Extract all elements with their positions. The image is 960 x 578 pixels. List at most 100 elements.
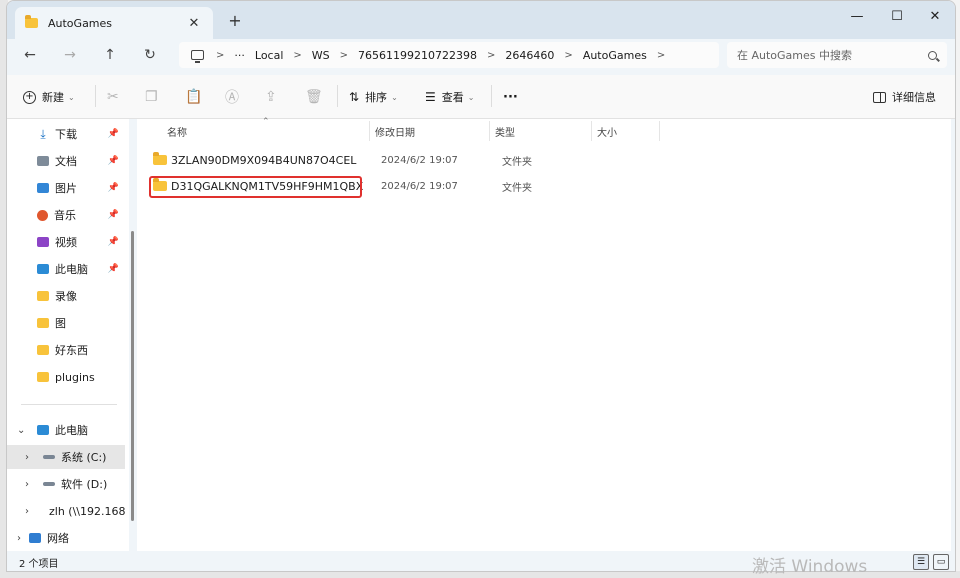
chevron-right-icon[interactable]: › [25,506,29,517]
sidebar-item-good-stuff[interactable]: 好东西 [7,338,125,362]
share-icon[interactable]: ⇪ [265,87,277,107]
breadcrumb-overflow[interactable]: ··· [234,49,245,62]
up-button[interactable]: ↑ [99,45,121,65]
column-header-type[interactable]: 类型 [495,119,515,143]
activation-watermark: 激活 Windows [752,557,868,577]
forward-button[interactable]: → [59,45,81,65]
column-divider[interactable] [489,121,490,141]
toolbar-divider [491,85,492,107]
breadcrumb-separator[interactable]: > [293,50,301,61]
search-input[interactable]: 在 AutoGames 中搜索 [727,42,947,68]
breadcrumb-local[interactable]: Local [255,49,284,62]
pin-icon: 📌 [107,156,119,166]
pin-icon: 📌 [107,210,119,220]
pictures-icon [37,183,49,193]
view-label: 查看 [441,91,464,104]
pin-icon: 📌 [107,129,119,139]
navigation-bar: ← → ↑ ↻ > ··· Local > WS > 7656119921072… [7,39,955,71]
document-icon [37,156,49,166]
sidebar-scrollbar[interactable] [131,231,134,521]
back-button[interactable]: ← [19,45,41,65]
cut-icon[interactable]: ✂ [107,87,119,107]
copy-icon[interactable]: ❐ [145,87,158,107]
sidebar-item-downloads[interactable]: ⤓ 下载 📌 [7,122,125,146]
close-window-button[interactable]: ✕ [915,5,955,27]
search-placeholder: 在 AutoGames 中搜索 [737,49,853,62]
more-options-button[interactable]: ··· [503,87,518,107]
sidebar-item-drive-d[interactable]: › 软件 (D:) [7,472,125,496]
sidebar-item-plugins[interactable]: plugins [7,365,125,389]
sidebar-item-this-pc-pinned[interactable]: 此电脑 📌 [7,257,125,281]
sidebar-item-network[interactable]: › 网络 [7,526,125,550]
download-icon: ⤓ [40,127,46,141]
sidebar-item-images[interactable]: 图 [7,311,125,335]
highlight-box [149,176,362,198]
drive-icon [43,482,55,486]
details-pane-button[interactable]: 详细信息 [873,87,936,107]
sidebar-item-label: zlh (\\192.168 [49,504,125,518]
chevron-right-icon[interactable]: › [25,452,29,463]
column-header-size[interactable]: 大小 [597,119,617,143]
file-modified: 2024/6/2 19:07 [381,180,458,192]
delete-icon[interactable]: 🗑 [305,87,323,107]
breadcrumb-ws[interactable]: WS [312,49,330,62]
minimize-button[interactable]: — [837,5,877,27]
breadcrumb-separator[interactable]: > [564,50,572,61]
new-tab-button[interactable]: + [225,11,245,30]
sidebar-item-label: 视频 [55,236,77,249]
refresh-button[interactable]: ↻ [139,45,161,65]
breadcrumb-steamid[interactable]: 76561199210722398 [358,49,477,62]
chevron-right-icon[interactable]: › [25,479,29,490]
sidebar-item-label: 网络 [47,532,69,545]
sidebar-item-recordings[interactable]: 录像 [7,284,125,308]
file-explorer-window: AutoGames ✕ + — ☐ ✕ ← → ↑ ↻ > ··· Local … [6,0,956,572]
chevron-right-icon[interactable]: › [17,533,21,544]
chevron-down-icon: ⌄ [467,92,475,102]
chevron-down-icon[interactable]: ⌄ [17,425,25,436]
table-row[interactable]: 3ZLAN90DM9X094B4UN87O4CEL 2024/6/2 19:07… [153,148,573,172]
rename-icon[interactable]: Ⓐ [225,87,239,107]
column-divider[interactable] [591,121,592,141]
column-header-modified[interactable]: 修改日期 [375,119,415,143]
view-switcher: ☰ ▭ [913,554,949,570]
sort-ascending-icon: ⌃ [262,117,270,127]
sidebar-item-label: 此电脑 [55,424,88,437]
sidebar-item-this-pc[interactable]: ⌄ 此电脑 [7,418,125,442]
new-button[interactable]: + 新建 ⌄ [23,87,75,107]
folder-icon [37,345,49,355]
sidebar-item-pictures[interactable]: 图片 📌 [7,176,125,200]
command-bar: + 新建 ⌄ ✂ ❐ 📋 Ⓐ ⇪ 🗑 ⇅ 排序 ⌄ ☰ 查看 ⌄ ··· 详细信… [7,75,955,119]
sidebar-item-videos[interactable]: 视频 📌 [7,230,125,254]
pin-icon: 📌 [107,264,119,274]
column-header-name[interactable]: 名称 [167,119,187,143]
folder-icon [37,372,49,382]
breadcrumb-separator[interactable]: > [487,50,495,61]
breadcrumb-separator[interactable]: > [340,50,348,61]
folder-icon [37,318,49,328]
music-icon [37,209,48,221]
maximize-button[interactable]: ☐ [877,5,917,27]
address-bar[interactable]: > ··· Local > WS > 76561199210722398 > 2… [179,42,719,68]
sidebar-item-network-drive[interactable]: › zlh (\\192.168 [7,499,125,523]
sidebar-item-drive-c[interactable]: › 系统 (C:) [7,445,125,469]
tab-close-icon[interactable]: ✕ [185,16,203,31]
tiles-view-icon[interactable]: ▭ [933,554,949,570]
sidebar-item-label: 图片 [55,182,77,195]
toolbar-divider [337,85,338,107]
breadcrumb-appid[interactable]: 2646460 [505,49,554,62]
breadcrumb-autogames[interactable]: AutoGames [583,49,647,62]
details-view-icon[interactable]: ☰ [913,554,929,570]
chevron-down-icon: ⌄ [68,92,75,102]
paste-icon[interactable]: 📋 [185,87,202,107]
breadcrumb-separator[interactable]: > [657,50,665,61]
sidebar-item-documents[interactable]: 文档 📌 [7,149,125,173]
sort-label: 排序 [365,91,388,104]
chevron-down-icon: ⌄ [391,92,398,102]
column-divider[interactable] [659,121,660,141]
column-divider[interactable] [369,121,370,141]
sidebar-item-music[interactable]: 音乐 📌 [7,203,125,227]
sort-button[interactable]: ⇅ 排序 ⌄ [349,87,398,107]
tab-title: AutoGames [48,16,113,30]
view-button[interactable]: ☰ 查看 ⌄ [425,87,474,107]
tab-autogames[interactable]: AutoGames ✕ [15,7,213,39]
